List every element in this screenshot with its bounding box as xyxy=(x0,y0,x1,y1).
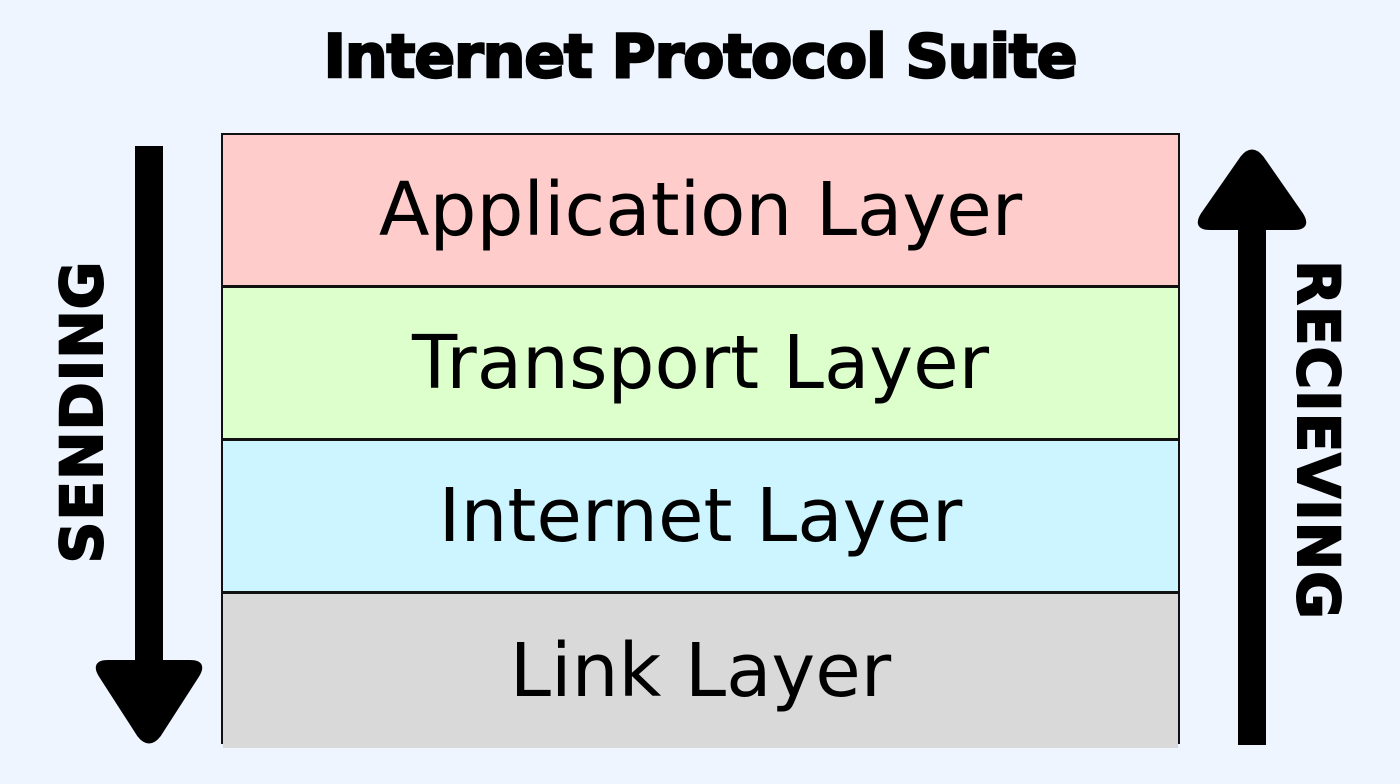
sending-label: SENDING xyxy=(47,260,117,565)
receiving-label: RECIEVING xyxy=(1283,259,1353,621)
arrows xyxy=(95,146,1307,745)
